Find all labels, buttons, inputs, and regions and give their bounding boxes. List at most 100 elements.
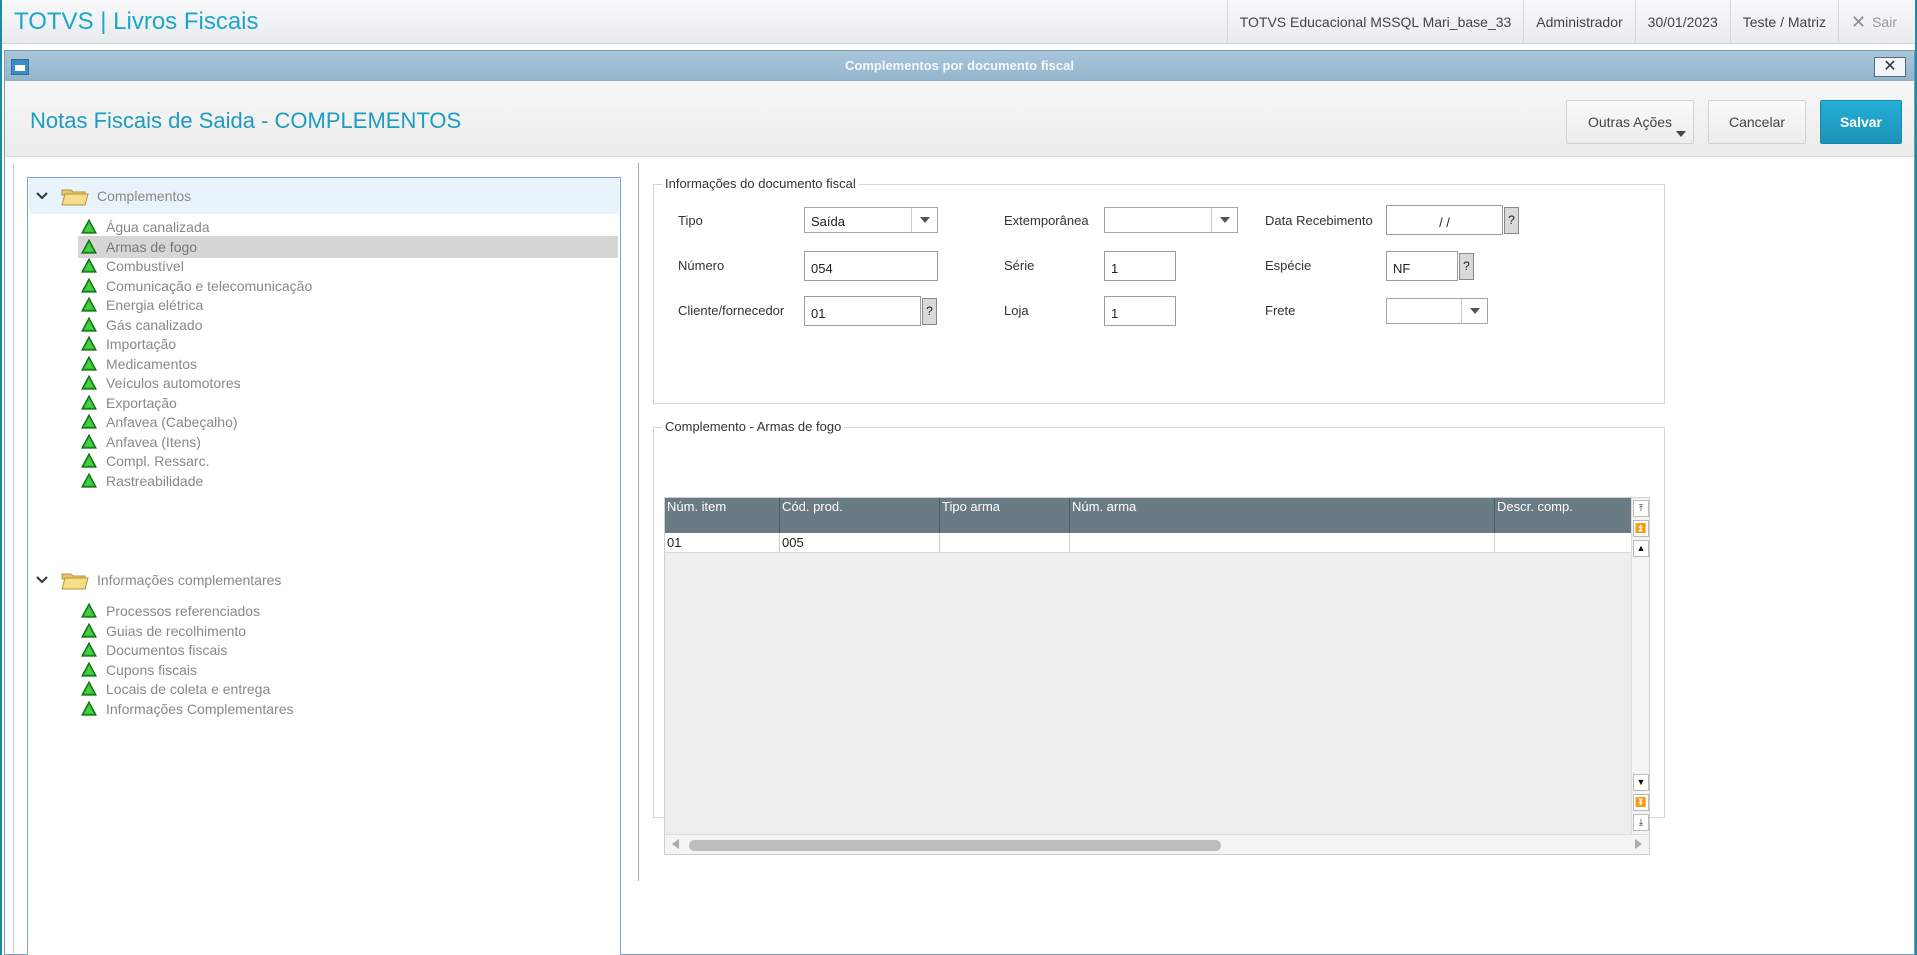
dialog-header: Notas Fiscais de Saida - COMPLEMENTOS Ou… <box>5 81 1914 157</box>
other-actions-button[interactable]: Outras Ações <box>1566 100 1694 144</box>
tree-item-label: Veículos automotores <box>106 375 241 391</box>
tipo-select[interactable]: Saída <box>804 207 938 233</box>
complements-tree: Complementos Água canalizada Armas de fog… <box>27 177 621 955</box>
scroll-last-icon[interactable]: ⤓ <box>1633 814 1649 831</box>
grid-cell[interactable]: 005 <box>780 533 940 553</box>
status-triangle-icon <box>81 472 97 488</box>
scroll-right-icon[interactable] <box>1635 839 1642 849</box>
status-triangle-icon <box>81 681 97 696</box>
tree-item-label: Rastreabilidade <box>106 472 204 489</box>
tree-item-label: Gás canalizado <box>106 316 203 333</box>
folder-open-icon <box>61 573 89 590</box>
cliente-field[interactable]: 01 <box>804 296 921 326</box>
complement-grid: Núm. item Cód. prod. Tipo arma Núm. arma… <box>664 497 1650 855</box>
status-triangle-icon <box>81 355 97 371</box>
status-triangle-icon <box>81 375 97 390</box>
grid-col-num-arma[interactable]: Núm. arma <box>1070 498 1495 533</box>
dropdown-arrow-icon[interactable] <box>1211 208 1237 232</box>
status-triangle-icon <box>81 297 97 312</box>
grid-col-num-item[interactable]: Núm. item <box>665 498 780 533</box>
numero-label: Número <box>678 258 725 273</box>
grid-col-cod-prod[interactable]: Cód. prod. <box>780 498 940 533</box>
tree-item-label: Armas de fogo <box>106 238 198 255</box>
tree-item[interactable]: Informações Complementares <box>78 698 618 720</box>
status-triangle-icon <box>81 277 97 293</box>
scroll-down-icon[interactable]: ▼ <box>1633 774 1649 791</box>
grid-cell[interactable]: 01 <box>665 533 780 553</box>
especie-field[interactable]: NF <box>1386 251 1458 281</box>
dialog-close-button[interactable]: ✕ <box>1874 57 1906 77</box>
serie-field[interactable]: 1 <box>1104 251 1176 281</box>
chevron-down-icon[interactable] <box>29 192 55 200</box>
grid-cell[interactable] <box>940 533 1070 553</box>
folder-open-icon <box>61 189 89 206</box>
status-triangle-icon <box>81 394 97 410</box>
status-triangle-icon <box>81 433 97 449</box>
status-triangle-icon <box>81 219 97 234</box>
session-info: TOTVS Educacional MSSQL Mari_base_33 Adm… <box>1226 0 1915 44</box>
dropdown-arrow-icon[interactable] <box>911 208 937 232</box>
grid-cell[interactable] <box>1495 533 1631 553</box>
grid-col-descr-comp[interactable]: Descr. comp. <box>1495 498 1631 533</box>
other-actions-label: Outras Ações <box>1587 114 1673 130</box>
scroll-left-icon[interactable] <box>672 839 679 849</box>
tree-item-label: Locais de coleta e entrega <box>106 681 271 697</box>
tree-item-label: Informações Complementares <box>106 700 294 717</box>
especie-label: Espécie <box>1265 258 1312 273</box>
status-triangle-icon <box>81 414 97 429</box>
grid-horizontal-scrollbar[interactable] <box>665 834 1649 854</box>
environment-label[interactable]: TOTVS Educacional MSSQL Mari_base_33 <box>1226 0 1524 44</box>
especie-lookup-button[interactable]: ? <box>1459 253 1474 280</box>
tree-item[interactable]: Rastreabilidade <box>78 470 618 492</box>
tree-item-label: Combustível <box>106 258 184 274</box>
tree-item-label: Anfavea (Cabeçalho) <box>106 414 238 430</box>
cliente-lookup-button[interactable]: ? <box>922 298 937 325</box>
status-triangle-icon <box>81 316 97 332</box>
tipo-label: Tipo <box>678 213 703 228</box>
dropdown-arrow-icon[interactable] <box>1461 299 1487 323</box>
extemporanea-select[interactable] <box>1104 207 1238 233</box>
save-button[interactable]: Salvar <box>1820 100 1902 144</box>
table-row[interactable]: 01 005 <box>665 533 1631 553</box>
grid-col-tipo-arma[interactable]: Tipo arma <box>940 498 1070 533</box>
doc-info-group: Informações do documento fiscal Tipo Saí… <box>653 176 1665 404</box>
extemporanea-label: Extemporânea <box>1004 213 1089 228</box>
status-triangle-icon <box>81 453 97 468</box>
tree-item-label: Processos referenciados <box>106 603 261 619</box>
tree-item-label: Anfavea (Itens) <box>106 433 201 450</box>
user-label[interactable]: Administrador <box>1523 0 1634 44</box>
exit-button[interactable]: ✕ Sair <box>1838 0 1915 44</box>
chevron-down-icon[interactable] <box>29 576 55 584</box>
tree-item-label: Energia elétrica <box>106 297 204 313</box>
scroll-first-icon[interactable]: ⤒ <box>1633 500 1649 517</box>
grid-vertical-scrollbar[interactable]: ⤒ ⏫ ▲ ▼ ⏬ ⤓ <box>1631 498 1649 836</box>
tree-item-label: Exportação <box>106 394 177 411</box>
frete-select[interactable] <box>1386 298 1488 324</box>
scroll-page-down-icon[interactable]: ⏬ <box>1633 794 1649 811</box>
scroll-page-up-icon[interactable]: ⏫ <box>1633 520 1649 537</box>
numero-field[interactable]: 054 <box>804 251 938 281</box>
cancel-button[interactable]: Cancelar <box>1708 100 1806 144</box>
tipo-value: Saída <box>811 214 845 229</box>
tree-item-label: Medicamentos <box>106 355 198 372</box>
dialog-titlebar: Complementos por documento fiscal ✕ <box>5 51 1914 81</box>
top-bar: TOTVS | Livros Fiscais TOTVS Educacional… <box>2 0 1915 44</box>
tree-node-label: Complementos <box>97 188 192 204</box>
status-triangle-icon <box>81 642 97 657</box>
branch-label[interactable]: Teste / Matriz <box>1729 0 1838 44</box>
splitter[interactable] <box>638 163 639 881</box>
scroll-thumb[interactable] <box>689 840 1221 851</box>
doc-info-legend: Informações do documento fiscal <box>662 176 859 191</box>
scroll-up-icon[interactable]: ▲ <box>1633 540 1649 557</box>
serie-label: Série <box>1004 258 1035 273</box>
data-recebimento-field[interactable]: / / <box>1386 205 1503 235</box>
tree-node-info-complementares[interactable]: Informações complementares <box>29 563 619 597</box>
date-label[interactable]: 30/01/2023 <box>1634 0 1730 44</box>
data-recebimento-lookup-button[interactable]: ? <box>1504 207 1519 234</box>
grid-cell[interactable] <box>1070 533 1495 553</box>
status-triangle-icon <box>81 238 97 254</box>
dialog-title: Complementos por documento fiscal <box>845 58 1074 73</box>
loja-field[interactable]: 1 <box>1104 296 1176 326</box>
data-recebimento-label: Data Recebimento <box>1265 213 1373 228</box>
tree-node-complementos[interactable]: Complementos <box>29 178 619 214</box>
